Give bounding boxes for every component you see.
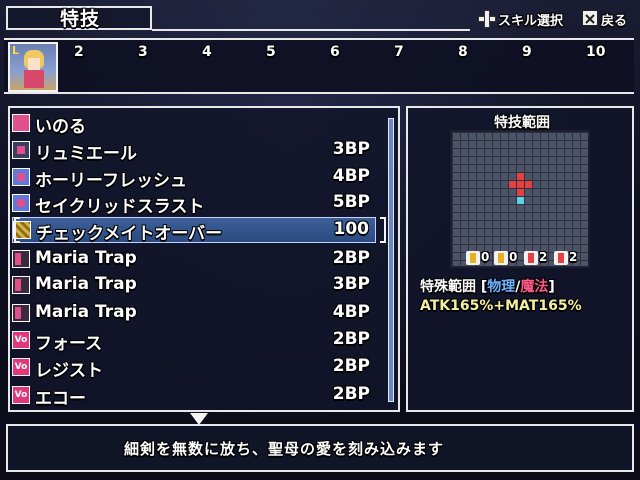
skill-cost: 4BP — [332, 166, 370, 186]
trap-plus-icon — [12, 276, 30, 294]
stat-value: 0 — [466, 250, 489, 265]
party-bar — [4, 38, 634, 94]
stat-value: 2 — [524, 250, 547, 265]
stat-value: 0 — [494, 250, 517, 265]
skill-name: リュミエール — [35, 144, 137, 164]
title-underline — [152, 29, 470, 31]
leader-marker: L — [12, 44, 20, 57]
skill-name: Maria Trap — [35, 274, 137, 294]
skill-name: エコー — [35, 389, 86, 409]
special-range: 特殊範囲 [物理/魔法] — [420, 279, 555, 295]
physical-label: 物理 — [487, 279, 516, 295]
vo-icon: Vo — [12, 331, 30, 349]
skill-name: レジスト — [35, 361, 103, 381]
skill-row[interactable]: ホーリーフレッシュ 4BP — [12, 165, 376, 191]
skill-row[interactable]: Vo エコー 2BP — [12, 383, 376, 409]
range-cell-target — [525, 181, 532, 188]
selection-cursor-right — [380, 217, 386, 243]
party-slot-8[interactable]: 8 — [458, 44, 468, 60]
skill-row[interactable]: Vo レジスト 2BP — [12, 355, 376, 381]
party-slot-4[interactable]: 4 — [202, 44, 212, 60]
vo-icon: Vo — [12, 358, 30, 376]
x-button-icon — [582, 10, 598, 26]
skill-name: フォース — [35, 334, 103, 354]
skill-name: いのる — [35, 117, 86, 137]
skill-row[interactable]: Maria Trap 4BP — [12, 301, 376, 327]
up-arrow-icon — [524, 250, 538, 265]
skill-cost: 2BP — [332, 329, 370, 349]
skill-name: ホーリーフレッシュ — [35, 171, 187, 191]
range-cell-target — [517, 181, 524, 188]
skill-name: Maria Trap — [35, 248, 137, 268]
vo-icon: Vo — [12, 386, 30, 404]
selection-cursor-left — [14, 217, 20, 243]
dpad-icon — [478, 10, 496, 28]
skill-row[interactable]: Vo フォース 2BP — [12, 328, 376, 354]
party-slot-3[interactable]: 3 — [138, 44, 148, 60]
character-portrait[interactable]: L — [8, 42, 58, 92]
skill-row[interactable]: Maria Trap 3BP — [12, 273, 376, 299]
skill-select-hint[interactable]: スキル選択 — [498, 10, 563, 29]
party-slot-7[interactable]: 7 — [394, 44, 404, 60]
skill-row-selected[interactable]: チェックメイトオーバー 100 — [12, 217, 376, 244]
blue-pink-square-icon — [12, 194, 30, 212]
skill-name: チェックメイトオーバー — [36, 224, 223, 244]
up-arrow-icon — [466, 250, 480, 265]
party-slot-2[interactable]: 2 — [74, 44, 84, 60]
skill-row[interactable]: いのる — [12, 111, 376, 137]
skill-cost: 100 — [333, 219, 370, 239]
skill-name: セイクリッドスラスト — [35, 197, 205, 217]
down-arrow-icon — [554, 250, 568, 265]
down-arrow-icon — [494, 250, 508, 265]
back-hint[interactable]: 戻る — [601, 10, 627, 29]
skill-cost: 2BP — [332, 384, 370, 404]
skill-row[interactable]: セイクリッドスラスト 5BP — [12, 191, 376, 217]
skill-cost: 3BP — [332, 139, 370, 159]
skill-name: Maria Trap — [35, 302, 137, 322]
skill-description: 細剣を無数に放ち、聖母の愛を刻み込みます — [124, 440, 445, 458]
blue-pink-square-icon — [12, 168, 30, 186]
damage-formula: ATK165%+MAT165% — [420, 298, 582, 314]
skill-row[interactable]: リュミエール 3BP — [12, 138, 376, 164]
skill-cost: 5BP — [332, 192, 370, 212]
skill-row[interactable]: Maria Trap 2BP — [12, 247, 376, 273]
page-title: 特技 — [60, 8, 101, 30]
range-cell-target — [509, 181, 516, 188]
skill-cost: 4BP — [332, 302, 370, 322]
range-cell-target — [517, 173, 524, 180]
prayer-icon — [12, 114, 30, 132]
pink-square-icon — [12, 141, 30, 159]
party-slot-5[interactable]: 5 — [266, 44, 276, 60]
skill-cost: 2BP — [332, 356, 370, 376]
range-grid — [450, 130, 590, 268]
skill-cost: 2BP — [332, 248, 370, 268]
stat-value: 2 — [554, 250, 577, 265]
trap-plus2-icon — [12, 304, 30, 322]
party-slot-6[interactable]: 6 — [330, 44, 340, 60]
party-slot-9[interactable]: 9 — [522, 44, 532, 60]
magic-label: 魔法 — [520, 279, 549, 295]
range-cell-origin — [517, 197, 524, 204]
range-cell-target — [517, 189, 524, 196]
range-title: 特技範囲 — [494, 115, 550, 131]
party-slot-10[interactable]: 10 — [586, 44, 605, 60]
scrollbar[interactable] — [388, 118, 394, 402]
skill-cost: 3BP — [332, 274, 370, 294]
trap-icon — [12, 250, 30, 268]
